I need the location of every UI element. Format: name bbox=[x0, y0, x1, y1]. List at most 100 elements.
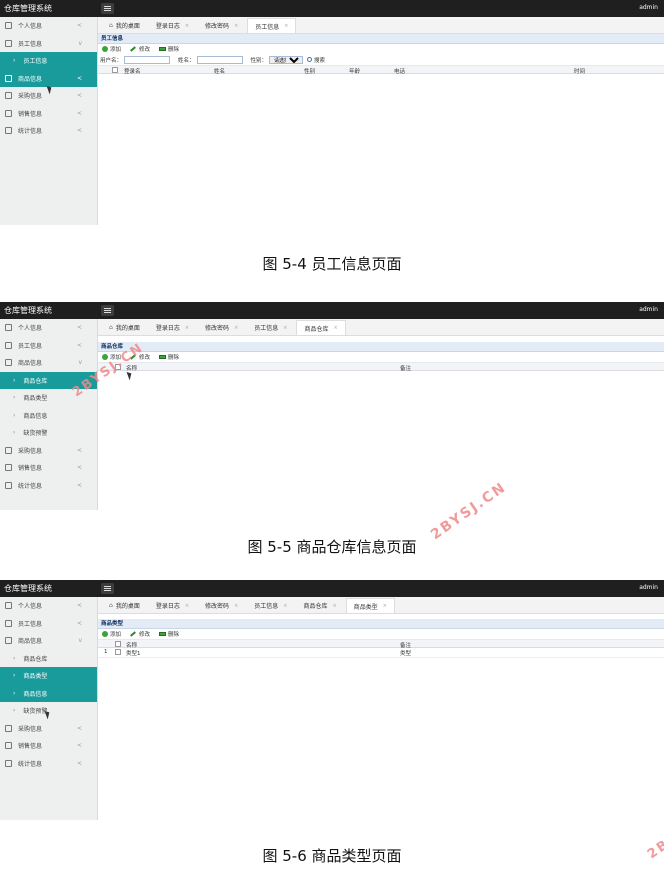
column-header[interactable]: 电话 bbox=[394, 67, 405, 75]
add-icon bbox=[102, 631, 108, 637]
chevron-left-icon: < bbox=[76, 446, 82, 454]
add-button[interactable]: 添加 bbox=[102, 630, 121, 638]
sidebar-item-goods[interactable]: 商品信息 v bbox=[0, 632, 97, 650]
tab-login-log[interactable]: 登录日志 × bbox=[149, 320, 196, 335]
delete-button[interactable]: 删除 bbox=[159, 45, 179, 53]
sidebar-item-purchase[interactable]: 采购信息 < bbox=[0, 442, 97, 460]
doc-icon bbox=[5, 619, 12, 627]
add-button[interactable]: 添加 bbox=[102, 45, 121, 53]
toolbar: 添加 修改 删除 bbox=[98, 44, 664, 54]
sidebar-item-personal[interactable]: 个人信息 < bbox=[0, 319, 97, 337]
close-icon[interactable]: × bbox=[383, 603, 387, 609]
close-icon[interactable]: × bbox=[283, 603, 287, 609]
sidebar-item-purchase[interactable]: 采购信息 < bbox=[0, 720, 97, 738]
sidebar-item-employee[interactable]: 员工信息 < bbox=[0, 615, 97, 633]
close-icon[interactable]: × bbox=[234, 603, 238, 609]
select-all-checkbox[interactable] bbox=[115, 641, 121, 647]
tab-employee-info[interactable]: 员工信息 × bbox=[247, 598, 294, 613]
chevron-right-icon: › bbox=[13, 57, 16, 65]
doc-icon bbox=[5, 759, 12, 767]
tab-employee-info[interactable]: 员工信息 × bbox=[247, 18, 297, 33]
doc-icon bbox=[5, 446, 12, 454]
sidebar-subitem-goods-info[interactable]: › 商品信息 bbox=[0, 684, 97, 702]
screenshot-goods-type: 仓库管理系统 admin 个人信息 < 员工信息 < 商品信息 v › 商品仓库 › 商品… bbox=[0, 580, 664, 820]
sidebar-subitem-stock-alert[interactable]: › 缺货预警 bbox=[0, 424, 97, 442]
sidebar-item-stats[interactable]: 统计信息 < bbox=[0, 477, 97, 495]
delete-button[interactable]: 删除 bbox=[159, 353, 179, 361]
chevron-down-icon: v bbox=[78, 637, 82, 644]
sidebar-item-sales[interactable]: 销售信息 < bbox=[0, 737, 97, 755]
tab-desktop[interactable]: ⌂ 我的桌面 bbox=[102, 598, 147, 613]
chevron-left-icon: < bbox=[76, 602, 82, 609]
close-icon[interactable]: × bbox=[334, 325, 338, 331]
tab-employee-info[interactable]: 员工信息 × bbox=[247, 320, 294, 335]
delete-button[interactable]: 删除 bbox=[159, 630, 179, 638]
username-input[interactable] bbox=[124, 55, 171, 64]
tab-change-password[interactable]: 修改密码 × bbox=[198, 18, 245, 33]
close-icon[interactable]: × bbox=[185, 23, 189, 29]
search-button[interactable]: 搜索 bbox=[307, 56, 325, 64]
close-icon[interactable]: × bbox=[185, 325, 189, 331]
sidebar-item-goods[interactable]: 商品信息 v bbox=[0, 354, 97, 372]
menu-toggle-icon[interactable] bbox=[101, 3, 114, 14]
tab-change-password[interactable]: 修改密码 × bbox=[198, 320, 245, 335]
tab-bar: ⌂ 我的桌面 登录日志 × 修改密码 × 员工信息 × bbox=[98, 17, 664, 34]
sidebar-item-employee[interactable]: 员工信息 < bbox=[0, 337, 97, 355]
sidebar-subitem-goods-info[interactable]: › 商品信息 bbox=[0, 407, 97, 425]
row-checkbox[interactable] bbox=[115, 649, 121, 655]
gender-select[interactable]: 请选择... bbox=[269, 55, 304, 64]
sidebar-subitem-employee-info[interactable]: › 员工信息 bbox=[0, 52, 97, 70]
user-name[interactable]: admin bbox=[639, 4, 658, 11]
sidebar-item-sales[interactable]: 销售信息 < bbox=[0, 105, 97, 123]
close-icon[interactable]: × bbox=[333, 603, 337, 609]
top-bar: 仓库管理系统 admin bbox=[0, 580, 664, 597]
column-header[interactable]: 性别 bbox=[304, 67, 315, 75]
tab-login-log[interactable]: 登录日志 × bbox=[149, 18, 196, 33]
column-header[interactable]: 备注 bbox=[400, 364, 411, 372]
user-name[interactable]: admin bbox=[639, 584, 658, 591]
search-bar: 用户名： 姓名： 性别： 请选择... 搜索 bbox=[98, 54, 664, 65]
select-all-checkbox[interactable] bbox=[112, 67, 118, 73]
user-name[interactable]: admin bbox=[639, 306, 658, 313]
edit-button[interactable]: 修改 bbox=[130, 45, 150, 53]
close-icon[interactable]: × bbox=[284, 23, 288, 29]
tab-change-password[interactable]: 修改密码 × bbox=[198, 598, 245, 613]
close-icon[interactable]: × bbox=[185, 603, 189, 609]
sidebar-subitem-warehouse[interactable]: › 商品仓库 bbox=[0, 650, 97, 668]
sidebar-subitem-goods-type[interactable]: › 商品类型 bbox=[0, 667, 97, 685]
chevron-left-icon: < bbox=[76, 619, 82, 627]
close-icon[interactable]: × bbox=[283, 325, 287, 331]
sidebar-item-employee[interactable]: 员工信息 v bbox=[0, 35, 97, 53]
toolbar: 添加 修改 删除 bbox=[98, 352, 664, 362]
doc-icon bbox=[5, 724, 12, 732]
edit-button[interactable]: 修改 bbox=[130, 630, 150, 638]
close-icon[interactable]: × bbox=[234, 325, 238, 331]
chevron-left-icon: < bbox=[76, 464, 82, 471]
sidebar-item-personal[interactable]: 个人信息 < bbox=[0, 17, 97, 35]
doc-icon bbox=[5, 742, 12, 750]
tab-login-log[interactable]: 登录日志 × bbox=[149, 598, 196, 613]
tab-goods-warehouse[interactable]: 商品仓库 × bbox=[296, 598, 343, 613]
column-header[interactable]: 年龄 bbox=[349, 67, 360, 75]
column-header[interactable]: 登录名 bbox=[124, 67, 141, 75]
table-row[interactable]: 1 类型1 类型 bbox=[98, 648, 664, 658]
home-icon: ⌂ bbox=[109, 602, 113, 609]
tab-desktop[interactable]: ⌂ 我的桌面 bbox=[102, 320, 147, 335]
column-header[interactable]: 时间 bbox=[574, 67, 585, 75]
column-header[interactable]: 姓名 bbox=[214, 67, 225, 75]
app-title: 仓库管理系统 bbox=[4, 584, 52, 593]
sidebar-item-stats[interactable]: 统计信息 < bbox=[0, 755, 97, 773]
name-input[interactable] bbox=[196, 55, 243, 64]
menu-toggle-icon[interactable] bbox=[101, 583, 114, 594]
tab-desktop[interactable]: ⌂ 我的桌面 bbox=[102, 18, 147, 33]
sidebar-item-personal[interactable]: 个人信息 < bbox=[0, 597, 97, 615]
mouse-cursor-icon bbox=[126, 370, 134, 381]
home-icon: ⌂ bbox=[109, 22, 113, 29]
menu-toggle-icon[interactable] bbox=[101, 305, 114, 316]
main-content: 商品类型 添加 修改 删除 名称 备注 1 类型1 类型 bbox=[98, 614, 664, 820]
sidebar-item-sales[interactable]: 销售信息 < bbox=[0, 459, 97, 477]
tab-goods-warehouse[interactable]: 商品仓库 × bbox=[296, 320, 346, 335]
tab-goods-type[interactable]: 商品类型 × bbox=[345, 598, 395, 613]
close-icon[interactable]: × bbox=[234, 23, 238, 29]
sidebar-item-stats[interactable]: 统计信息 < bbox=[0, 122, 97, 140]
